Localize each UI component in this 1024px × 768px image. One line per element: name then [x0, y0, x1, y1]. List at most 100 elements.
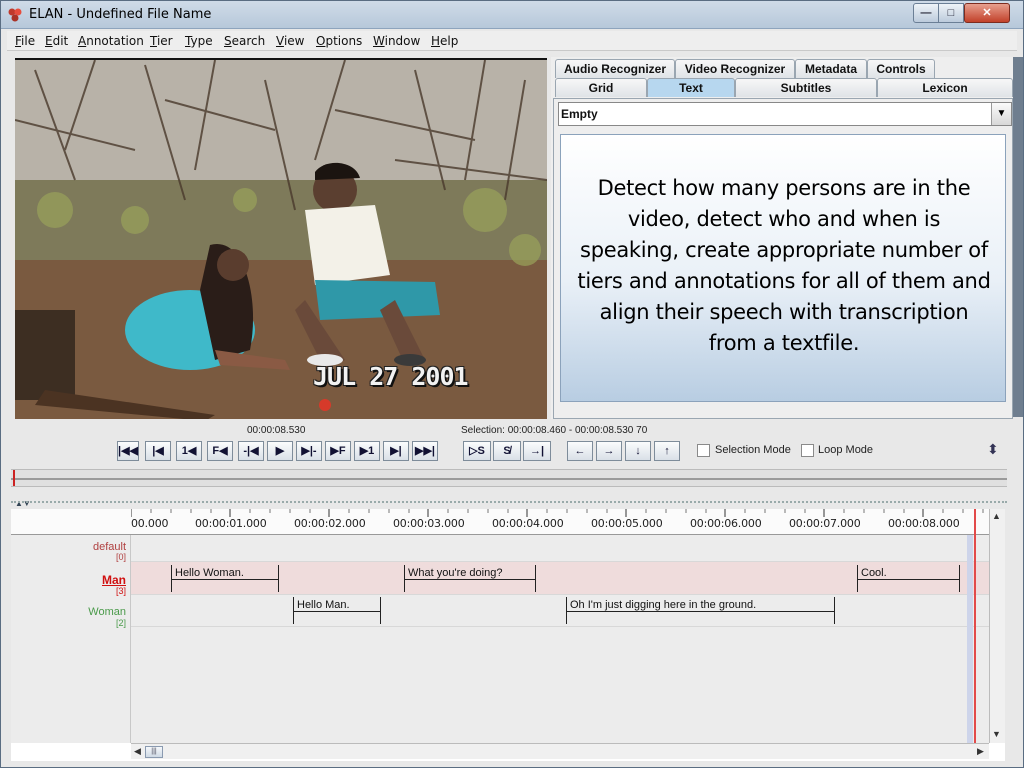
menu-window[interactable]: Window: [373, 34, 420, 48]
next-second-button[interactable]: ▶1: [354, 441, 380, 461]
tier-select-dropdown[interactable]: Empty ▼: [558, 102, 1012, 126]
annotation-woman-1[interactable]: Hello Man.: [293, 597, 381, 624]
annotation-man-1[interactable]: Hello Woman.: [171, 565, 279, 592]
menu-annotation[interactable]: Annotation: [78, 34, 144, 48]
tier-row-default[interactable]: [131, 536, 989, 562]
previous-scrollview-button[interactable]: |◀: [145, 441, 171, 461]
annotation-text: Hello Man.: [297, 599, 350, 611]
resize-handle-icon[interactable]: ⬍: [987, 441, 999, 458]
elan-logo-icon: [8, 8, 22, 22]
annotation-text: Hello Woman.: [175, 567, 244, 579]
splitter[interactable]: [11, 501, 1007, 505]
ruler-tick-label: 00:00:01.000: [195, 517, 267, 530]
previous-frame-button[interactable]: F◀: [207, 441, 233, 461]
tier-labels-panel: default [0] Man [3] Woman [2]: [11, 509, 131, 743]
video-player[interactable]: JUL 27 2001: [15, 58, 547, 419]
tier-label-woman[interactable]: Woman: [88, 606, 126, 618]
text-viewer-area: Detect how many persons are in the video…: [560, 134, 1006, 402]
annotation-track-area[interactable]: 00.000 00:00:01.000 00:00:02.000 00:00:0…: [131, 509, 989, 743]
menu-tier[interactable]: Tier: [150, 34, 173, 48]
scroll-right-icon[interactable]: ▶: [977, 746, 984, 757]
menu-type[interactable]: Type: [185, 34, 213, 48]
tab-controls[interactable]: Controls: [867, 59, 935, 78]
selection-region: [967, 535, 973, 743]
tab-video-recognizer[interactable]: Video Recognizer: [675, 59, 795, 78]
next-scrollview-button[interactable]: ▶|: [383, 441, 409, 461]
next-frame-button[interactable]: ▶F: [325, 441, 351, 461]
timeline-viewer: default [0] Man [3] Woman [2] 00.000 00:…: [11, 509, 1005, 761]
chevron-down-icon[interactable]: ▼: [991, 103, 1011, 125]
ruler-tick-label: 00:00:02.000: [294, 517, 366, 530]
menu-edit[interactable]: Edit: [45, 34, 68, 48]
annotation-woman-2[interactable]: Oh I'm just digging here in the ground.: [566, 597, 835, 624]
ruler-tick-label: 00:00:04.000: [492, 517, 564, 530]
ruler-tick-label: 00:00:03.000: [393, 517, 465, 530]
menu-options[interactable]: Options: [316, 34, 362, 48]
tier-row-man[interactable]: Hello Woman. What you're doing? Cool.: [131, 562, 989, 595]
slider-track: [11, 478, 1007, 480]
menu-file[interactable]: File: [15, 34, 35, 48]
loop-mode-label: Loop Mode: [818, 444, 874, 456]
crosshair-cursor[interactable]: [974, 509, 976, 743]
tier-count-woman: [2]: [115, 618, 126, 628]
ruler-tick-label: 00:00:06.000: [690, 517, 762, 530]
tab-subtitles[interactable]: Subtitles: [735, 78, 877, 97]
selection-mode-checkbox[interactable]: [697, 444, 710, 457]
scroll-up-icon[interactable]: ▲: [992, 511, 1001, 521]
maximize-button[interactable]: □: [938, 3, 964, 23]
scrollbar-thumb[interactable]: |||: [145, 746, 163, 758]
annotation-text: Oh I'm just digging here in the ground.: [570, 599, 757, 611]
go-to-end-button[interactable]: ▶▶|: [412, 441, 438, 461]
ruler-tick-label: 00:00:07.000: [789, 517, 861, 530]
play-button[interactable]: ▶: [267, 441, 293, 461]
tab-audio-recognizer[interactable]: Audio Recognizer: [555, 59, 675, 78]
annotation-down-button[interactable]: ↓: [625, 441, 651, 461]
menu-search[interactable]: Search: [224, 34, 265, 48]
timeline-slider[interactable]: [11, 469, 1007, 487]
next-pixel-button[interactable]: ▶|-: [296, 441, 322, 461]
minimize-button[interactable]: —: [913, 3, 939, 23]
slider-position-marker[interactable]: [13, 470, 19, 486]
tier-row-woman[interactable]: Hello Man. Oh I'm just digging here in t…: [131, 595, 989, 627]
previous-annotation-button[interactable]: ←: [567, 441, 593, 461]
tier-count-man: [3]: [115, 586, 126, 596]
tier-select-value: Empty: [561, 107, 598, 121]
time-ruler[interactable]: 00.000 00:00:01.000 00:00:02.000 00:00:0…: [131, 509, 989, 535]
play-selection-button[interactable]: ▷S: [463, 441, 491, 461]
current-time-label: 00:00:08.530: [247, 425, 306, 436]
previous-second-button[interactable]: 1◀: [176, 441, 202, 461]
annotation-text: Cool.: [861, 567, 887, 579]
tab-metadata[interactable]: Metadata: [795, 59, 867, 78]
tier-label-man[interactable]: Man: [102, 573, 126, 587]
tab-text[interactable]: Text: [647, 78, 735, 97]
go-to-begin-button[interactable]: |◀◀: [117, 441, 139, 461]
close-button[interactable]: ✕: [964, 3, 1010, 23]
clear-selection-button[interactable]: S̸: [493, 441, 521, 461]
menu-bar: File Edit Annotation Tier Type Search Vi…: [7, 31, 1017, 51]
tier-count-default: [0]: [115, 552, 126, 562]
annotation-man-3[interactable]: Cool.: [857, 565, 960, 592]
tab-grid[interactable]: Grid: [555, 78, 647, 97]
vertical-scrollbar[interactable]: ▲ ▼: [989, 509, 1005, 743]
tab-lexicon[interactable]: Lexicon: [877, 78, 1013, 97]
title-bar: ELAN - Undefined File Name — □ ✕: [1, 1, 1023, 29]
ruler-tick-label: 00.000: [131, 517, 169, 530]
scroll-down-icon[interactable]: ▼: [992, 729, 1001, 739]
previous-pixel-button[interactable]: -|◀: [238, 441, 264, 461]
menu-help[interactable]: Help: [431, 34, 458, 48]
instruction-text: Detect how many persons are in the video…: [577, 176, 991, 355]
selection-label: Selection: 00:00:08.460 - 00:00:08.530 7…: [461, 425, 648, 436]
menu-view[interactable]: View: [276, 34, 304, 48]
selection-mode-label: Selection Mode: [715, 444, 791, 456]
text-tab-content: Empty ▼ Detect how many persons are in t…: [553, 98, 1013, 419]
annotation-text: What you're doing?: [408, 567, 503, 579]
annotation-up-button[interactable]: ↑: [654, 441, 680, 461]
horizontal-scrollbar[interactable]: ◀ ||| ▶: [131, 743, 989, 759]
next-annotation-button[interactable]: →: [596, 441, 622, 461]
scroll-left-icon[interactable]: ◀: [134, 746, 141, 757]
selection-boundary-button[interactable]: →|: [523, 441, 551, 461]
window-edge: [1013, 57, 1023, 417]
annotation-man-2[interactable]: What you're doing?: [404, 565, 536, 592]
loop-mode-checkbox[interactable]: [801, 444, 814, 457]
ruler-tick-label: 00:00:08.000: [888, 517, 960, 530]
